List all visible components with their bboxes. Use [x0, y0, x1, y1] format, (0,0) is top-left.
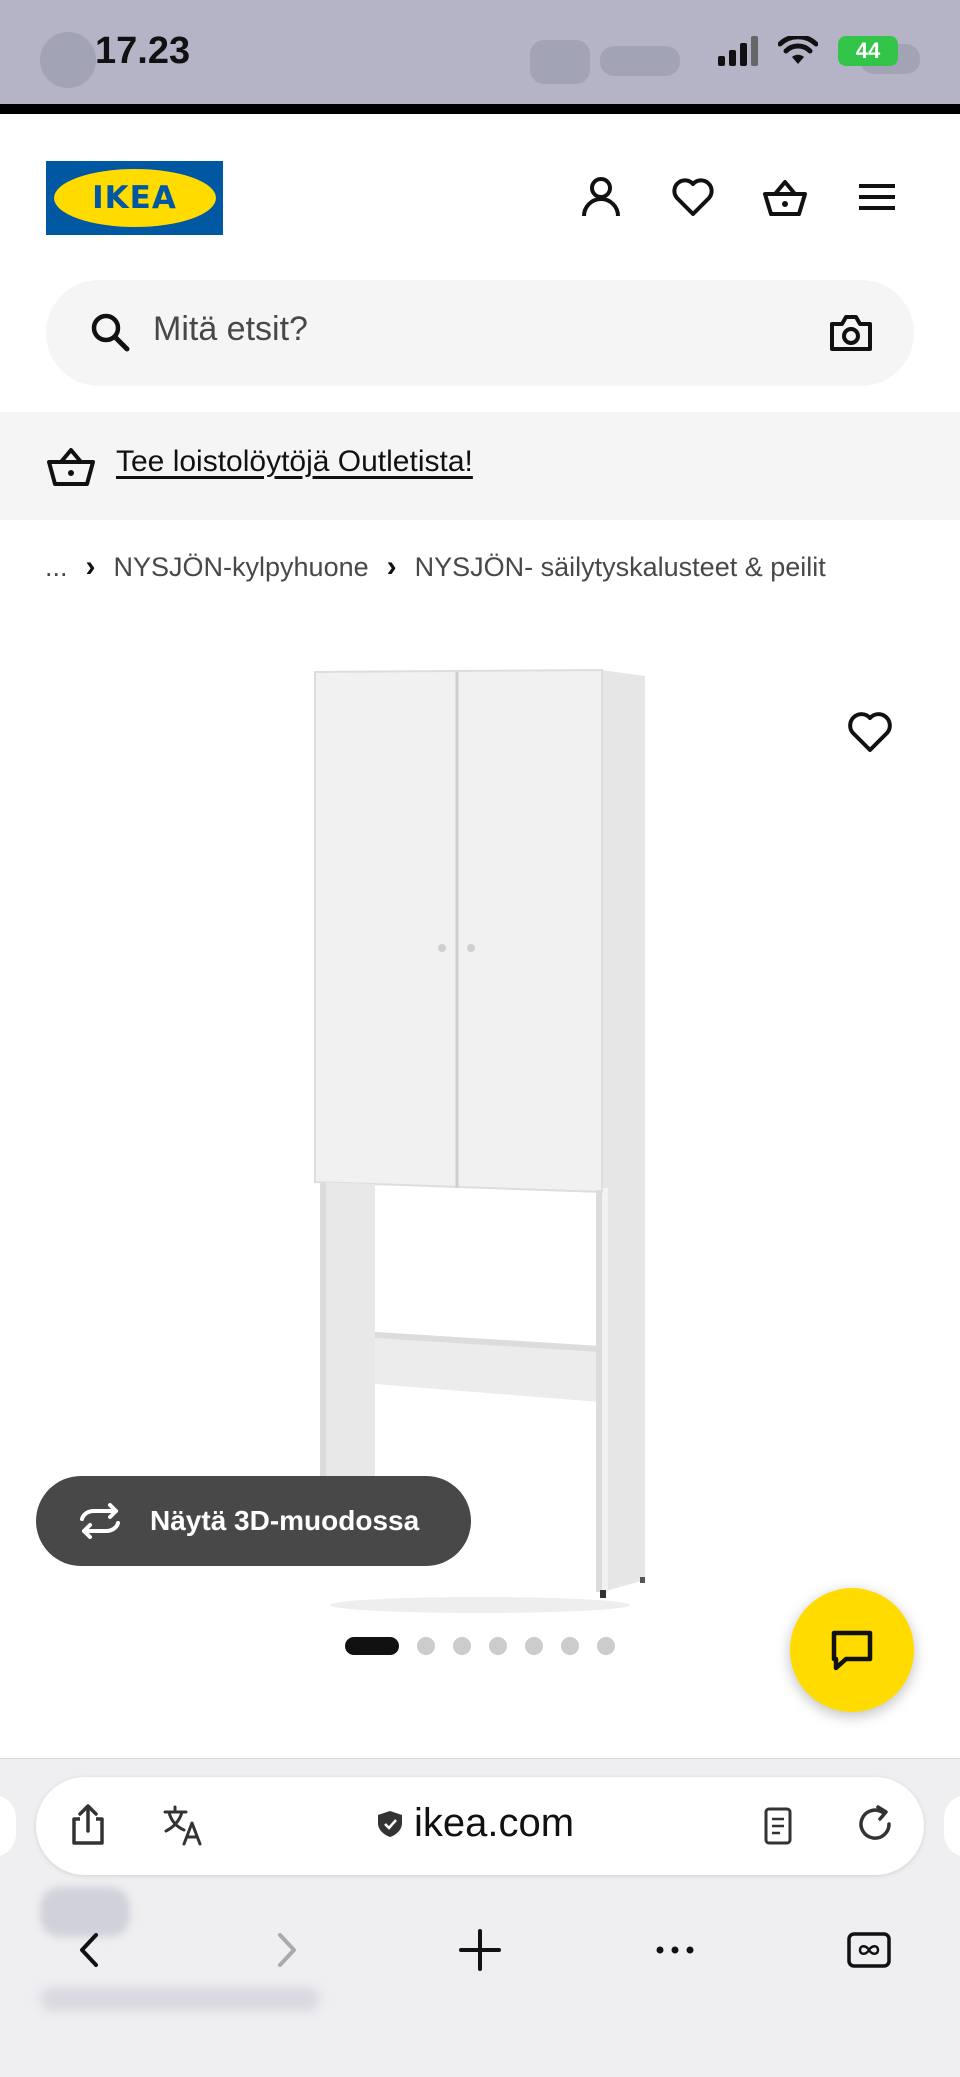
status-indicators: 44: [718, 36, 898, 66]
view-3d-label: Näytä 3D-muodossa: [150, 1505, 420, 1536]
breadcrumb: ... › NYSJÖN-kylpyhuone › NYSJÖN- säilyt…: [45, 550, 826, 584]
site-header: IKEA: [0, 114, 960, 264]
previous-tab-preview[interactable]: [0, 1795, 16, 1857]
pagination-dot[interactable]: [525, 1637, 543, 1655]
outlet-link[interactable]: Tee loistolöytöjä Outletista!: [116, 445, 473, 479]
next-tab-preview[interactable]: [944, 1795, 960, 1857]
url-text: ikea.com: [414, 1801, 575, 1845]
camera-icon[interactable]: [828, 310, 874, 354]
cellular-signal-icon: [718, 36, 758, 66]
status-bar: 17.23 44: [0, 0, 960, 104]
more-icon[interactable]: [652, 1927, 698, 1973]
search-input[interactable]: Mitä etsit?: [153, 310, 308, 349]
browser-navigation: [0, 1909, 960, 1989]
logo-text: IKEA: [92, 180, 177, 216]
pagination-dot[interactable]: [597, 1637, 615, 1655]
logo-oval: IKEA: [53, 169, 216, 227]
chevron-right-icon: ›: [386, 550, 397, 583]
image-pagination: [345, 1637, 615, 1655]
battery-indicator: 44: [838, 36, 898, 66]
heart-icon[interactable]: [845, 708, 895, 754]
account-icon[interactable]: [578, 174, 624, 220]
heart-icon[interactable]: [670, 174, 716, 220]
view-3d-button[interactable]: Näytä 3D-muodossa: [36, 1476, 471, 1566]
breadcrumb-item-storage[interactable]: NYSJÖN- säilytyskalusteet & peilit: [415, 552, 826, 583]
tabs-icon[interactable]: [846, 1927, 892, 1973]
pagination-dot-active[interactable]: [345, 1637, 399, 1655]
blurred-content: [40, 1987, 320, 2011]
pagination-dot[interactable]: [417, 1637, 435, 1655]
rotate-3d-icon: [80, 1503, 120, 1539]
chevron-right-icon: ›: [85, 550, 96, 583]
basket-icon: [47, 448, 95, 486]
search-bar[interactable]: Mitä etsit?: [46, 280, 914, 386]
shield-icon: [378, 1810, 402, 1837]
wifi-icon: [778, 36, 818, 64]
chat-button[interactable]: [790, 1588, 914, 1712]
address-bar[interactable]: ikea.com: [36, 1777, 924, 1875]
ikea-logo[interactable]: IKEA: [46, 161, 223, 235]
share-icon[interactable]: [66, 1803, 110, 1847]
search-icon: [91, 313, 130, 352]
new-tab-icon[interactable]: [457, 1927, 503, 1973]
browser-toolbar: ikea.com: [0, 1758, 960, 2077]
pagination-dot[interactable]: [453, 1637, 471, 1655]
chat-icon: [831, 1630, 873, 1671]
product-gallery[interactable]: [0, 620, 960, 1620]
back-icon[interactable]: [68, 1927, 114, 1973]
basket-icon[interactable]: [762, 174, 808, 220]
forward-icon[interactable]: [262, 1927, 308, 1973]
status-time: 17.23: [95, 30, 191, 72]
outlet-banner: Tee loistolöytöjä Outletista!: [0, 412, 960, 520]
page-top-divider: [0, 104, 960, 114]
pagination-dot[interactable]: [489, 1637, 507, 1655]
menu-icon[interactable]: [854, 174, 900, 220]
translate-icon[interactable]: [162, 1803, 206, 1847]
reload-icon[interactable]: [854, 1804, 896, 1846]
battery-level: 44: [855, 38, 881, 63]
breadcrumb-ellipsis[interactable]: ...: [45, 552, 68, 583]
pagination-dot[interactable]: [561, 1637, 579, 1655]
header-actions: [578, 174, 900, 220]
url-display[interactable]: ikea.com: [376, 1801, 574, 1846]
breadcrumb-item-bathroom[interactable]: NYSJÖN-kylpyhuone: [114, 552, 369, 583]
reader-icon[interactable]: [758, 1805, 798, 1847]
